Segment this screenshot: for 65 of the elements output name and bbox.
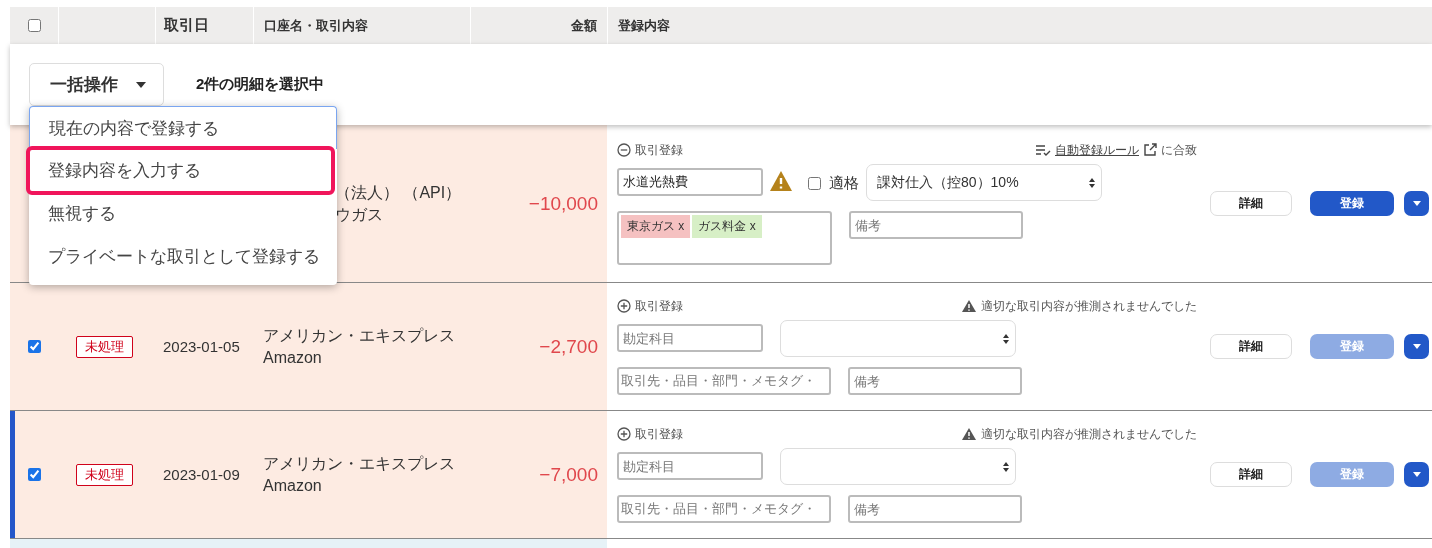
amount-text: −2,700	[539, 335, 598, 358]
tags-field[interactable]: 取引先・品目・部門・メモタグ・	[617, 495, 831, 523]
column-header: 取引日	[164, 16, 209, 35]
row-checkbox[interactable]	[27, 340, 41, 353]
column-header: 登録内容	[618, 16, 670, 35]
rule-link[interactable]: 自動登録ルール	[1055, 141, 1139, 159]
caret-icon	[1412, 344, 1421, 349]
section-title[interactable]: 取引登録	[635, 297, 683, 315]
message-text: 適切な取引内容が推測されませんでした	[981, 297, 1197, 315]
menu-item[interactable]: プライベートな取引として登録する	[29, 235, 337, 278]
section-title[interactable]: 取引登録	[635, 425, 683, 443]
qualified-checkbox[interactable]	[808, 177, 821, 190]
memo-field[interactable]: 備考	[848, 495, 1022, 523]
warning-icon	[961, 299, 977, 313]
select-all-checkbox[interactable]	[27, 19, 41, 32]
status-badge: 未処理	[76, 463, 133, 486]
account-text: ウガス	[335, 204, 383, 225]
dropdown-button[interactable]	[1404, 334, 1429, 359]
list-check-icon	[1035, 144, 1051, 156]
message-text: 適切な取引内容が推測されませんでした	[981, 425, 1197, 443]
dropdown-button[interactable]	[1404, 191, 1429, 216]
account-field[interactable]: 勘定科目	[617, 324, 763, 352]
checkbox-label: 適格	[829, 174, 859, 193]
row-checkbox[interactable]	[27, 468, 41, 481]
menu-item[interactable]: 現在の内容で登録する	[29, 106, 337, 149]
account-text: （法人） （API）	[335, 182, 462, 203]
date-text: 2023-01-09	[163, 466, 240, 483]
tax-select[interactable]: 課対仕入（控80）10%	[866, 164, 1102, 201]
date-text: 2023-01-05	[163, 338, 240, 355]
amount-text: −7,000	[539, 463, 598, 486]
rule-text: に合致	[1161, 141, 1197, 159]
account-field[interactable]: 勘定科目	[617, 452, 763, 480]
column-header: 口座名・取引内容	[264, 16, 368, 35]
caret-icon	[136, 81, 146, 88]
selection-count: 2件の明細を選択中	[196, 75, 325, 94]
warning-icon	[961, 427, 977, 441]
tags-field[interactable]: 取引先・品目・部門・メモタグ・	[617, 367, 831, 395]
caret-icon	[1412, 472, 1421, 477]
dropdown-button[interactable]	[1404, 462, 1429, 487]
status-badge: 未処理	[76, 335, 133, 358]
bulk-action-button[interactable]: 一括操作	[29, 63, 164, 106]
account-text: Amazon	[263, 347, 322, 368]
memo-field[interactable]: 備考	[849, 211, 1023, 239]
menu-item[interactable]: 無視する	[29, 192, 337, 235]
account-text: アメリカン・エキスプレス	[263, 453, 455, 474]
section-title[interactable]: 取引登録	[635, 141, 683, 159]
column-header: 金額	[571, 16, 597, 35]
updown-arrows-icon	[1003, 333, 1009, 344]
memo-field[interactable]: 備考	[848, 367, 1022, 395]
account-text: アメリカン・エキスプレス	[263, 325, 455, 346]
account-text: Amazon	[263, 475, 322, 496]
register-button[interactable]: 登録	[1310, 191, 1394, 216]
detail-button[interactable]: 詳細	[1210, 334, 1292, 359]
tag-chip[interactable]: 東京ガス x	[621, 215, 691, 238]
tags-field[interactable]: 東京ガス x ガス料金 x	[617, 211, 832, 265]
caret-icon	[1412, 201, 1421, 206]
detail-button[interactable]: 詳細	[1210, 462, 1292, 487]
account-field[interactable]: 水道光熱費	[617, 168, 763, 196]
amount-text: −10,000	[528, 192, 598, 215]
updown-arrows-icon	[1003, 461, 1009, 472]
tag-chip[interactable]: ガス料金 x	[692, 215, 762, 238]
external-link-icon	[1143, 143, 1157, 157]
updown-arrows-icon	[1089, 177, 1095, 188]
menu-item[interactable]: 登録内容を入力する	[26, 146, 335, 195]
detail-button[interactable]: 詳細	[1210, 191, 1292, 216]
